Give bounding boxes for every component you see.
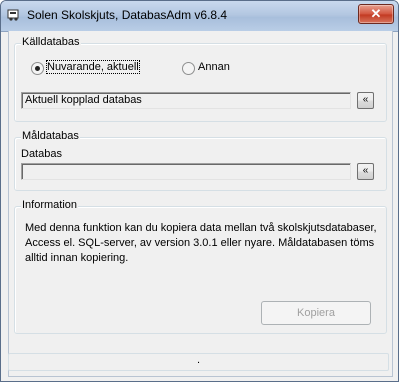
target-browse-button[interactable]: « bbox=[357, 163, 374, 180]
source-browse-button[interactable]: « bbox=[357, 92, 374, 109]
target-database-group: Måldatabas Databas « bbox=[14, 130, 387, 191]
target-database-legend: Måldatabas bbox=[21, 130, 80, 142]
window-title: Solen Skolskjuts, DatabasAdm v6.8.4 bbox=[27, 8, 228, 22]
information-group: Information Med denna funktion kan du ko… bbox=[14, 199, 387, 334]
radio-current-label[interactable]: Nuvarande, aktuell bbox=[46, 60, 140, 74]
source-database-legend: Källdatabas bbox=[21, 36, 81, 48]
app-icon bbox=[7, 9, 19, 21]
radio-other-label[interactable]: Annan bbox=[198, 61, 230, 73]
copy-button[interactable]: Kopiera bbox=[261, 301, 371, 325]
close-button[interactable]: ✕ bbox=[358, 4, 394, 24]
status-bar: . bbox=[8, 353, 389, 371]
title-bar: Solen Skolskjuts, DatabasAdm v6.8.4 ✕ bbox=[1, 1, 398, 32]
information-text: Med denna funktion kan du kopiera data m… bbox=[25, 222, 377, 264]
target-database-field[interactable] bbox=[21, 163, 351, 180]
source-database-field[interactable]: Aktuell kopplad databas bbox=[21, 92, 351, 109]
information-legend: Information bbox=[21, 199, 79, 211]
target-database-label: Databas bbox=[21, 148, 62, 160]
main-window: Solen Skolskjuts, DatabasAdm v6.8.4 ✕ Kä… bbox=[0, 0, 399, 382]
dialog-body: Källdatabas Nuvarande, aktuell Annan Akt… bbox=[8, 31, 393, 377]
radio-current[interactable] bbox=[31, 62, 44, 75]
source-database-group: Källdatabas Nuvarande, aktuell Annan Akt… bbox=[14, 36, 387, 122]
radio-selected-dot bbox=[35, 66, 40, 71]
radio-other[interactable] bbox=[182, 62, 195, 75]
